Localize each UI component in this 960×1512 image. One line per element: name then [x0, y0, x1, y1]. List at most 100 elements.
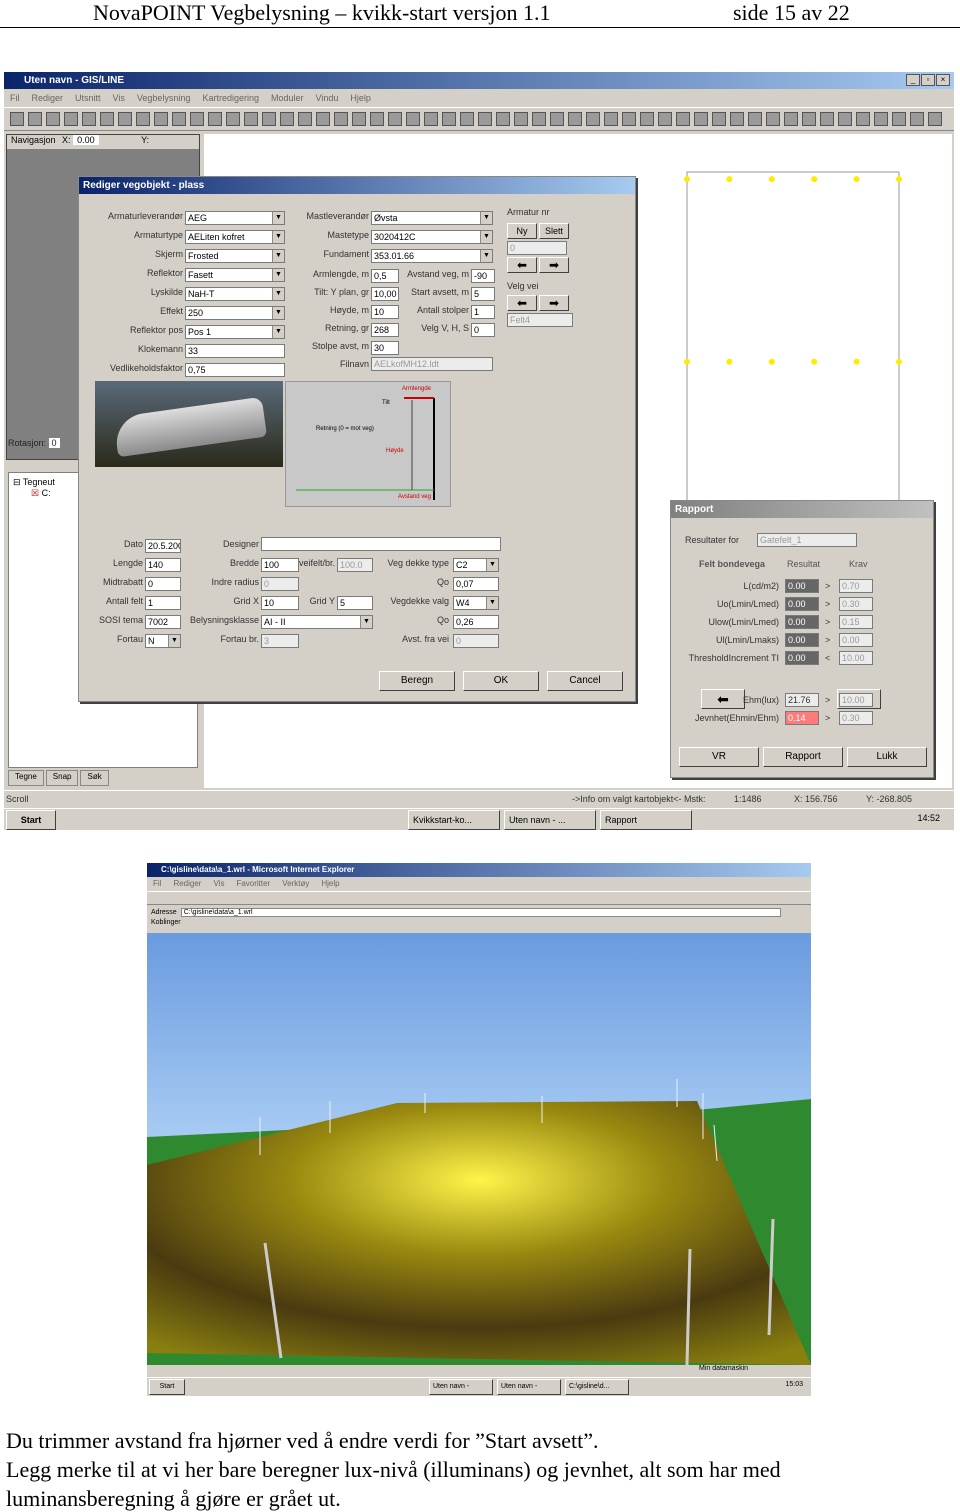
left-field-1[interactable]: AELiten kofret — [185, 230, 285, 244]
geo-field-1[interactable]: 10,00 — [371, 287, 399, 301]
toolbar-tool-icon[interactable] — [568, 112, 582, 126]
menu-item-2[interactable]: Utsnitt — [75, 89, 101, 107]
felt-field[interactable]: Felt4 — [507, 313, 573, 327]
toolbar-tool-icon[interactable] — [28, 112, 42, 126]
left-field-4[interactable]: NaH-T — [185, 287, 285, 301]
geo-field2-0[interactable]: -90 — [471, 269, 495, 283]
toolbar-tool-icon[interactable] — [640, 112, 654, 126]
toolbar-tool-icon[interactable] — [766, 112, 780, 126]
toolbar-tool-icon[interactable] — [298, 112, 312, 126]
geo-field-2[interactable]: 10 — [371, 305, 399, 319]
ie-taskbar-item-1[interactable]: Uten navn - — [497, 1379, 561, 1395]
minimize-button[interactable]: _ — [906, 74, 920, 86]
toolbar-tool-icon[interactable] — [514, 112, 528, 126]
light-point[interactable] — [768, 358, 775, 365]
left-field-5[interactable]: 250 — [185, 306, 285, 320]
bottom-field-2[interactable]: 0 — [145, 577, 181, 591]
rotation-value[interactable]: 0 — [48, 438, 60, 448]
ie-taskbar-item-2[interactable]: C:\gisline\d... — [565, 1379, 629, 1395]
toolbar-tool-icon[interactable] — [190, 112, 204, 126]
start-button-2[interactable]: Start — [149, 1379, 185, 1395]
geo-field-3[interactable]: 268 — [371, 323, 399, 337]
toolbar-tool-icon[interactable] — [784, 112, 798, 126]
menu-item-6[interactable]: Moduler — [271, 89, 304, 107]
mid-bottom-field2-0[interactable]: 100.0 — [337, 558, 373, 572]
bottom-field-3[interactable]: 1 — [145, 596, 181, 610]
vr-button[interactable]: VR — [679, 747, 759, 767]
arrow-left-button[interactable]: ⬅ — [701, 689, 745, 709]
light-point[interactable] — [853, 358, 860, 365]
light-point[interactable] — [684, 358, 690, 365]
bottom-field-1[interactable]: 140 — [145, 558, 181, 572]
light-point[interactable] — [853, 176, 860, 183]
mid-bottom-field-1[interactable]: 0 — [261, 577, 299, 591]
toolbar-tool-icon[interactable] — [370, 112, 384, 126]
toolbar-tool-icon[interactable] — [748, 112, 762, 126]
left-field-7[interactable]: 33 — [185, 344, 285, 358]
toolbar-tool-icon[interactable] — [802, 112, 816, 126]
menu-item-5[interactable]: Kartredigering — [202, 89, 259, 107]
mid-field-0[interactable]: Øvsta — [371, 211, 493, 225]
results-for-field[interactable]: Gatefelt_1 — [757, 533, 857, 547]
ie-taskbar-item-0[interactable]: Uten navn - — [429, 1379, 493, 1395]
toolbar-tool-icon[interactable] — [118, 112, 132, 126]
toolbar-tool-icon[interactable] — [712, 112, 726, 126]
toolbar-tool-icon[interactable] — [856, 112, 870, 126]
left-field-3[interactable]: Fasett — [185, 268, 285, 282]
bottom-field-5[interactable]: N — [145, 634, 181, 648]
cancel-button[interactable]: Cancel — [547, 671, 623, 691]
toolbar-tool-icon[interactable] — [676, 112, 690, 126]
toolbar-tool-icon[interactable] — [874, 112, 888, 126]
ok-button[interactable]: OK — [463, 671, 539, 691]
taskbar-item-2[interactable]: Rapport — [600, 810, 692, 830]
left-field-0[interactable]: AEG — [185, 211, 285, 225]
lukk-button[interactable]: Lukk — [847, 747, 927, 767]
toolbar-tool-icon[interactable] — [136, 112, 150, 126]
menu-item-4[interactable]: Vegbelysning — [137, 89, 191, 107]
left-field-8[interactable]: 0,75 — [185, 363, 285, 377]
prev-vei-button[interactable]: ⬅ — [507, 295, 537, 311]
start-button[interactable]: Start — [6, 810, 56, 830]
toolbar-tool-icon[interactable] — [424, 112, 438, 126]
mid-bottom-field-3[interactable]: AI - II — [261, 615, 373, 629]
taskbar-item-1[interactable]: Uten navn - ... — [504, 810, 596, 830]
toolbar-tool-icon[interactable] — [550, 112, 564, 126]
toolbar-tool-icon[interactable] — [496, 112, 510, 126]
panel-tab-2[interactable]: Søk — [80, 770, 109, 786]
vrml-viewport[interactable] — [147, 933, 811, 1366]
designer-field[interactable] — [261, 537, 501, 551]
toolbar-tool-icon[interactable] — [478, 112, 492, 126]
ie-menu-item-0[interactable]: Fil — [153, 877, 161, 891]
right-bottom-field-0[interactable]: C2 — [453, 558, 499, 572]
toolbar-tool-icon[interactable] — [442, 112, 456, 126]
toolbar-tool-icon[interactable] — [910, 112, 924, 126]
light-point[interactable] — [811, 358, 818, 365]
mid-bottom-field-2[interactable]: 10 — [261, 596, 299, 610]
menu-item-7[interactable]: Vindu — [315, 89, 338, 107]
toolbar-tool-icon[interactable] — [406, 112, 420, 126]
menu-item-1[interactable]: Rediger — [32, 89, 64, 107]
toolbar-tool-icon[interactable] — [226, 112, 240, 126]
toolbar-tool-icon[interactable] — [604, 112, 618, 126]
delete-button[interactable]: Slett — [539, 223, 569, 239]
toolbar-tool-icon[interactable] — [460, 112, 474, 126]
next-vei-button[interactable]: ➡ — [539, 295, 569, 311]
geo-field2-1[interactable]: 5 — [471, 287, 495, 301]
toolbar-tool-icon[interactable] — [928, 112, 942, 126]
menu-item-8[interactable]: Hjelp — [350, 89, 371, 107]
toolbar-tool-icon[interactable] — [10, 112, 24, 126]
toolbar-tool-icon[interactable] — [172, 112, 186, 126]
close-button[interactable]: × — [936, 74, 950, 86]
toolbar-tool-icon[interactable] — [820, 112, 834, 126]
toolbar-tool-icon[interactable] — [280, 112, 294, 126]
left-field-6[interactable]: Pos 1 — [185, 325, 285, 339]
geo-field-0[interactable]: 0,5 — [371, 269, 399, 283]
toolbar-tool-icon[interactable] — [46, 112, 60, 126]
toolbar-tool-icon[interactable] — [64, 112, 78, 126]
light-point[interactable] — [726, 176, 733, 183]
toolbar-tool-icon[interactable] — [334, 112, 348, 126]
light-point[interactable] — [768, 176, 775, 183]
light-point[interactable] — [726, 358, 733, 365]
address-input[interactable]: C:\gisline\data\a_1.wrl — [180, 907, 781, 917]
taskbar-item-0[interactable]: Kvikkstart-ko... — [408, 810, 500, 830]
